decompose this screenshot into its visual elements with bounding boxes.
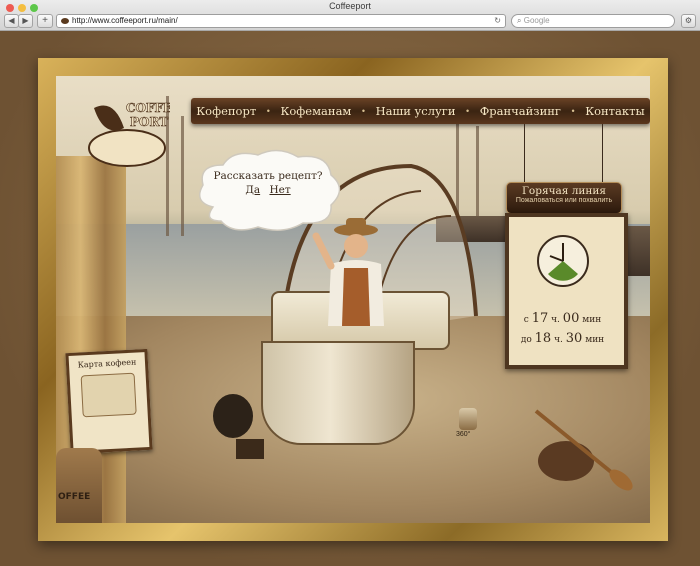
nav-item-franchising[interactable]: Франчайзинг xyxy=(480,104,561,118)
nav-item-coffee-lovers[interactable]: Кофеманам xyxy=(280,104,351,118)
clock-icon xyxy=(537,235,589,287)
search-placeholder: Google xyxy=(523,16,550,25)
nav-item-services[interactable]: Наши услуги xyxy=(376,104,456,118)
oar-and-beans xyxy=(534,409,633,491)
hours-to-suffix: мин xyxy=(585,335,605,345)
search-input[interactable]: ⌕ Google xyxy=(511,14,675,28)
hours-from-unit: ч. xyxy=(551,315,560,325)
gramophone[interactable] xyxy=(211,391,266,471)
recipe-cloud: Рассказать рецепт? Да Нет xyxy=(193,147,343,232)
sack-label: OFFEE xyxy=(58,492,91,502)
working-hours-board: с 17 ч. 00 мин до 18 ч. 30 мин xyxy=(505,213,628,369)
lighthouse-360-icon[interactable] xyxy=(459,408,477,430)
recipe-question: Рассказать рецепт? xyxy=(213,170,323,182)
nav-separator: • xyxy=(361,106,366,116)
new-tab-button[interactable]: + xyxy=(37,14,53,28)
hotline-title: Горячая линия xyxy=(521,185,607,197)
rotate-360-label[interactable]: 360° xyxy=(456,431,470,438)
ship-mast xyxy=(181,116,184,236)
scroll-icon xyxy=(80,372,137,418)
coffeeport-logo[interactable]: COFFEE PORT xyxy=(84,98,182,170)
hours-to-hour: 18 xyxy=(534,331,552,346)
forward-button[interactable]: ▶ xyxy=(18,14,33,28)
harbor-scene: Кофепорт • Кофеманам • Наши услуги • Фра… xyxy=(56,76,650,523)
plus-icon: + xyxy=(42,15,48,26)
settings-button[interactable]: ⚙ xyxy=(681,14,696,28)
hours-from-min: 00 xyxy=(562,311,580,326)
coffee-shops-map-card[interactable]: Карта кофеен xyxy=(65,348,153,455)
logo-text-coffee: COFFEE xyxy=(126,101,170,115)
hours-to-prefix: до xyxy=(520,335,532,345)
hotline-subtitle: Пожаловаться или похвалить xyxy=(515,197,613,204)
sign-chain xyxy=(602,124,603,182)
search-icon: ⌕ xyxy=(517,16,522,25)
gold-picture-frame: Кофепорт • Кофеманам • Наши услуги • Фра… xyxy=(38,58,668,541)
logo-text-port: PORT xyxy=(130,115,168,129)
hotline-button[interactable]: Горячая линия Пожаловаться или похвалить xyxy=(506,182,622,214)
forward-arrow-icon: ▶ xyxy=(22,16,29,25)
url-text: http://www.coffeeport.ru/main/ xyxy=(72,16,178,25)
recipe-no-link[interactable]: Нет xyxy=(269,184,290,196)
nav-separator: • xyxy=(266,106,270,116)
coffee-shops-map-label: Карта кофеен xyxy=(77,357,137,370)
nav-separator: • xyxy=(466,106,470,116)
address-bar[interactable]: http://www.coffeeport.ru/main/ ↻ xyxy=(56,14,506,28)
gear-icon: ⚙ xyxy=(684,16,693,25)
browser-toolbar: Coffeeport ◀ ▶ + http://www.coffeeport.r… xyxy=(0,0,700,31)
hours-from: с 17 ч. 00 мин xyxy=(509,311,616,326)
barista-figure[interactable] xyxy=(306,216,406,346)
window-title: Coffeeport xyxy=(329,1,371,11)
hours-from-prefix: с xyxy=(523,315,529,325)
nav-separator: • xyxy=(571,106,575,116)
hours-to: до 18 ч. 30 мин xyxy=(509,331,616,346)
nav-item-contacts[interactable]: Контакты xyxy=(585,104,644,118)
reload-icon[interactable]: ↻ xyxy=(494,15,501,27)
coffee-sack xyxy=(56,448,102,523)
hours-to-unit: ч. xyxy=(554,335,563,345)
hours-from-hour: 17 xyxy=(531,311,549,326)
hours-to-min: 30 xyxy=(565,331,583,346)
favicon-icon xyxy=(61,17,69,24)
nav-item-coffeeport[interactable]: Кофепорт xyxy=(196,104,256,118)
main-navigation: Кофепорт • Кофеманам • Наши услуги • Фра… xyxy=(191,98,650,124)
recipe-yes-link[interactable]: Да xyxy=(245,184,260,196)
kiosk-base xyxy=(261,341,415,445)
hours-from-suffix: мин xyxy=(582,315,602,325)
back-arrow-icon: ◀ xyxy=(8,16,15,25)
page-background: Кофепорт • Кофеманам • Наши услуги • Фра… xyxy=(0,31,700,566)
back-button[interactable]: ◀ xyxy=(4,14,19,28)
sign-chain xyxy=(524,124,525,182)
